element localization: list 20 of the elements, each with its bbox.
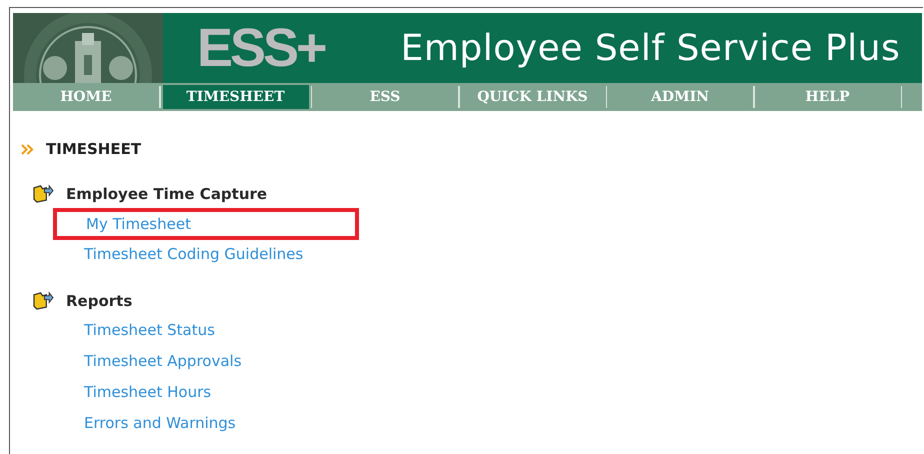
site-title: Employee Self Service Plus — [400, 28, 900, 68]
section-title: Reports — [66, 292, 132, 310]
double-chevron-icon — [21, 144, 34, 154]
nav-tab[interactable]: QUICK LINKS — [460, 85, 606, 109]
logo-text: ESS+ — [197, 16, 326, 80]
nav-tab[interactable]: ESS — [312, 85, 458, 109]
nav-tab[interactable]: HOME — [13, 85, 159, 109]
timesheet-link[interactable]: Timesheet Coding Guidelines — [84, 245, 304, 263]
timesheet-link[interactable]: Timesheet Approvals — [84, 352, 242, 370]
nav-tab[interactable]: ADMIN — [607, 85, 753, 109]
timesheet-link[interactable]: My Timesheet — [86, 215, 191, 233]
folder-arrow-icon — [33, 184, 54, 203]
section-title: Employee Time Capture — [66, 184, 268, 202]
page-heading: TIMESHEET — [46, 140, 142, 158]
nav-tab[interactable]: TIMESHEET — [162, 85, 308, 109]
timesheet-link[interactable]: Timesheet Status — [84, 321, 215, 339]
timesheet-link[interactable]: Errors and Warnings — [84, 414, 236, 432]
nav-tab[interactable]: HELP — [754, 85, 900, 109]
timesheet-link[interactable]: Timesheet Hours — [84, 383, 212, 401]
folder-arrow-icon — [33, 291, 54, 310]
